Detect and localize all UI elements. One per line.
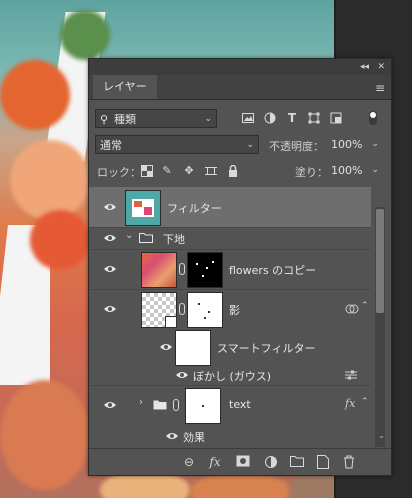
- layer-name[interactable]: flowers のコピー: [229, 262, 316, 278]
- add-mask-icon[interactable]: [235, 455, 251, 469]
- layers-list: フィルター ⌄ 下地 flowers のコピー 影 ⌃ スマートフィルター ぼか…: [89, 187, 371, 449]
- filter-smartobject-icon[interactable]: [329, 111, 343, 125]
- visibility-eye-icon[interactable]: [103, 264, 117, 274]
- panel-titlebar[interactable]: ◂◂ ✕: [89, 59, 391, 75]
- layer-name[interactable]: スマートフィルター: [217, 340, 315, 356]
- close-icon[interactable]: ✕: [377, 61, 385, 73]
- layer-row-flowers-copy[interactable]: flowers のコピー: [89, 249, 371, 290]
- effects-row[interactable]: 効果: [89, 425, 371, 447]
- filter-pixel-icon[interactable]: [241, 111, 255, 125]
- new-group-icon[interactable]: [289, 455, 305, 469]
- blend-mode-value: 通常: [100, 139, 122, 152]
- new-layer-icon[interactable]: [315, 455, 331, 469]
- filter-kind-select[interactable]: ⚲ 種類 ⌄: [95, 109, 217, 128]
- chevron-right-icon[interactable]: ›: [139, 397, 143, 408]
- layer-mask-thumbnail: [187, 292, 223, 328]
- lock-label: ロック：: [97, 166, 141, 179]
- layer-name[interactable]: ぼかし (ガウス): [193, 368, 271, 384]
- fill-label: 塗り：: [295, 166, 328, 179]
- filter-row: ⚲ 種類 ⌄ T: [89, 106, 391, 132]
- visibility-eye-icon[interactable]: [103, 233, 117, 243]
- lock-transparent-icon[interactable]: [141, 165, 153, 177]
- lock-artboard-icon[interactable]: [205, 165, 217, 177]
- visibility-eye-icon[interactable]: [175, 370, 189, 380]
- canvas-flower: [0, 380, 90, 490]
- add-layer-style-icon[interactable]: fx: [207, 455, 223, 469]
- layer-row-group[interactable]: ⌄ 下地: [89, 227, 371, 250]
- smart-filter-mask-thumbnail: [175, 330, 211, 366]
- visibility-eye-icon[interactable]: [165, 431, 179, 441]
- fill-input[interactable]: 100% ⌄: [327, 161, 383, 180]
- chevron-down-icon: ⌄: [246, 140, 254, 150]
- smart-filter-badge-icon[interactable]: [345, 303, 359, 315]
- blend-mode-select[interactable]: 通常 ⌄: [95, 135, 259, 154]
- lock-paint-icon[interactable]: ✎: [161, 165, 173, 177]
- opacity-input[interactable]: 100% ⌄: [327, 135, 383, 154]
- layer-thumbnail: [141, 252, 177, 288]
- opacity-value: 100%: [331, 138, 363, 151]
- visibility-eye-icon[interactable]: [103, 400, 117, 410]
- search-icon: ⚲: [100, 113, 109, 126]
- layer-row-shadow[interactable]: 影 ⌃: [89, 289, 371, 329]
- chevron-down-icon: ⌄: [371, 139, 379, 149]
- visibility-eye-icon[interactable]: [103, 202, 117, 212]
- canvas-flower: [10, 140, 90, 220]
- layers-scrollbar[interactable]: [375, 207, 385, 447]
- blend-row: 通常 ⌄ 不透明度： 100% ⌄: [89, 132, 391, 158]
- tab-layers[interactable]: レイヤー: [93, 75, 157, 99]
- collapse-icon[interactable]: ◂◂: [360, 61, 369, 73]
- filter-adjustment-icon[interactable]: [263, 111, 277, 125]
- lock-move-icon[interactable]: ✥: [183, 165, 195, 177]
- layers-panel: ◂◂ ✕ レイヤー ≡ ⚲ 種類 ⌄ T 通常 ⌄ 不透明度： 100% ⌄ ロ…: [88, 58, 392, 476]
- smart-object-badge-icon: [165, 316, 177, 328]
- chevron-down-icon[interactable]: ⌄: [125, 230, 133, 241]
- folder-icon: [139, 233, 153, 243]
- delete-layer-icon[interactable]: [341, 455, 357, 469]
- layer-mask-thumbnail: [187, 252, 223, 288]
- layer-thumbnail: [125, 190, 161, 226]
- lock-all-icon[interactable]: [227, 164, 239, 177]
- canvas-flower: [60, 10, 110, 60]
- canvas-flower: [0, 60, 70, 130]
- layer-name[interactable]: 下地: [163, 231, 185, 247]
- layer-name[interactable]: text: [229, 398, 251, 411]
- layer-name[interactable]: 影: [229, 302, 240, 318]
- opacity-label: 不透明度：: [269, 140, 324, 153]
- fx-icon[interactable]: fx: [345, 397, 355, 410]
- scrollbar-thumb[interactable]: [376, 209, 384, 313]
- smart-filter-row[interactable]: スマートフィルター: [89, 329, 371, 366]
- filter-toggle-icon[interactable]: [369, 111, 377, 125]
- filter-shape-icon[interactable]: [307, 111, 321, 125]
- filter-blending-options-icon[interactable]: [345, 370, 357, 380]
- layer-row-text[interactable]: › text fx ⌃: [89, 385, 371, 425]
- visibility-eye-icon[interactable]: [159, 342, 173, 352]
- mask-link-icon[interactable]: [173, 399, 179, 411]
- folder-icon: [153, 400, 167, 410]
- layer-mask-thumbnail: [185, 388, 221, 424]
- chevron-down-icon: ⌄: [204, 114, 212, 124]
- lock-row: ロック： ✎ ✥ 塗り： 100% ⌄: [89, 158, 391, 184]
- filter-type-icon[interactable]: T: [285, 111, 299, 125]
- mask-link-icon[interactable]: [179, 263, 185, 275]
- filter-kind-label: 種類: [114, 113, 136, 126]
- panel-footer: ⊖ fx: [89, 448, 391, 475]
- panel-tab-row: レイヤー ≡: [89, 75, 391, 100]
- chevron-down-icon: ⌄: [371, 165, 379, 175]
- canvas-flower: [30, 210, 90, 270]
- layer-name[interactable]: フィルター: [167, 200, 222, 216]
- link-layers-icon[interactable]: ⊖: [181, 455, 197, 469]
- panel-menu-icon[interactable]: ≡: [375, 81, 385, 95]
- adjustment-layer-icon[interactable]: [263, 455, 279, 469]
- layer-thumbnail: [141, 292, 177, 328]
- layer-row-filter[interactable]: フィルター: [89, 187, 371, 228]
- mask-link-icon[interactable]: [179, 303, 185, 315]
- scroll-down-icon[interactable]: ⌄: [378, 431, 385, 440]
- chevron-up-icon[interactable]: ⌃: [361, 301, 369, 311]
- fill-value: 100%: [331, 164, 363, 177]
- chevron-up-icon[interactable]: ⌃: [361, 397, 369, 407]
- filter-effect-row[interactable]: ぼかし (ガウス): [89, 365, 371, 386]
- layer-name[interactable]: 効果: [183, 429, 205, 445]
- visibility-eye-icon[interactable]: [103, 304, 117, 314]
